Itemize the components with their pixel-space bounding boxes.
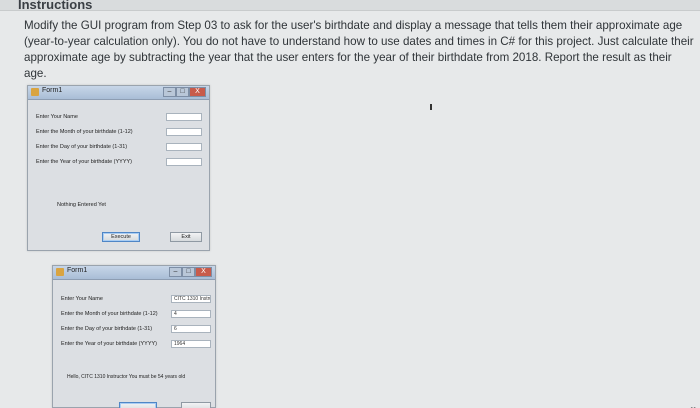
app-icon xyxy=(31,88,39,96)
minimize-button[interactable]: – xyxy=(163,87,176,97)
name-input[interactable] xyxy=(166,113,202,121)
month-label: Enter the Month of your birthdate (1-12) xyxy=(36,129,133,135)
month-input[interactable] xyxy=(166,128,202,136)
execute-button[interactable]: Execute xyxy=(102,232,140,242)
form-window-empty: Form1 – □ X Enter Your Name Enter the Mo… xyxy=(27,85,210,251)
page: Instructions Modify the GUI program from… xyxy=(0,0,700,408)
month-input[interactable]: 4 xyxy=(171,310,211,318)
close-button[interactable]: X xyxy=(189,87,206,97)
top-bar xyxy=(0,0,700,11)
scroll-indicator: •• xyxy=(690,404,696,408)
maximize-button[interactable]: □ xyxy=(176,87,189,97)
section-heading: Instructions xyxy=(18,0,93,12)
exit-button[interactable]: Exit xyxy=(170,232,202,242)
status-label: Nothing Entered Yet xyxy=(57,202,106,208)
close-button[interactable]: X xyxy=(195,267,212,277)
window-controls: – □ X xyxy=(163,87,206,97)
window-title: Form1 xyxy=(42,87,63,94)
day-label: Enter the Day of your birthdate (1-31) xyxy=(61,326,153,332)
name-label: Enter Your Name xyxy=(61,296,103,302)
maximize-button[interactable]: □ xyxy=(182,267,195,277)
title-bar[interactable]: Form1 – □ X xyxy=(28,86,209,100)
day-input[interactable]: 6 xyxy=(171,325,211,333)
name-input[interactable]: CITC 1310 Instructor xyxy=(171,295,211,303)
form-window-filled: Form1 – □ X Enter Your Name Enter the Mo… xyxy=(52,265,216,408)
app-icon xyxy=(56,268,64,276)
year-input[interactable]: 1964 xyxy=(171,340,211,348)
year-label: Enter the Year of your birthdate (YYYY) xyxy=(36,159,133,165)
text-cursor xyxy=(430,104,432,110)
year-label: Enter the Year of your birthdate (YYYY) xyxy=(61,341,158,347)
minimize-button[interactable]: – xyxy=(169,267,182,277)
year-input[interactable] xyxy=(166,158,202,166)
execute-button[interactable] xyxy=(119,402,157,408)
instructions-text: Modify the GUI program from Step 03 to a… xyxy=(24,19,694,80)
day-input[interactable] xyxy=(166,143,202,151)
status-label: Hello, CITC 1310 Instructor You must be … xyxy=(67,374,186,380)
name-label: Enter Your Name xyxy=(36,114,78,120)
month-label: Enter the Month of your birthdate (1-12) xyxy=(61,311,158,317)
window-controls: – □ X xyxy=(169,267,212,277)
window-title: Form1 xyxy=(67,267,88,274)
day-label: Enter the Day of your birthdate (1-31) xyxy=(36,144,128,150)
title-bar[interactable]: Form1 – □ X xyxy=(53,266,215,280)
exit-button[interactable] xyxy=(181,402,211,408)
